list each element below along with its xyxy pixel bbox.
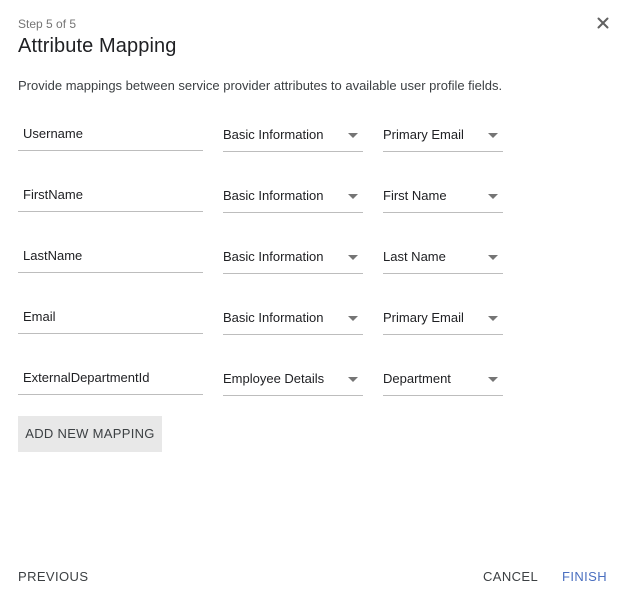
category-select[interactable]: Basic Information <box>223 125 363 152</box>
dropdown-arrow-icon <box>488 255 498 260</box>
dropdown-arrow-icon <box>348 377 358 382</box>
category-value: Basic Information <box>223 188 324 203</box>
dropdown-arrow-icon <box>348 255 358 260</box>
cancel-button[interactable]: CANCEL <box>483 569 538 584</box>
attribute-name-value: Email <box>23 309 56 324</box>
mapping-row: ExternalDepartmentId Employee Details De… <box>0 369 628 409</box>
profile-field-value: Last Name <box>383 249 446 264</box>
dropdown-arrow-icon <box>348 316 358 321</box>
profile-field-value: First Name <box>383 188 447 203</box>
attribute-name-input[interactable]: ExternalDepartmentId <box>18 369 203 395</box>
previous-button[interactable]: PREVIOUS <box>18 569 88 584</box>
mapping-row: Username Basic Information Primary Email <box>0 125 628 165</box>
category-select[interactable]: Basic Information <box>223 308 363 335</box>
dropdown-arrow-icon <box>488 194 498 199</box>
profile-field-select[interactable]: Primary Email <box>383 125 503 152</box>
profile-field-value: Primary Email <box>383 127 464 142</box>
step-indicator: Step 5 of 5 <box>18 17 77 31</box>
attribute-name-input[interactable]: Email <box>18 308 203 334</box>
dropdown-arrow-icon <box>348 194 358 199</box>
profile-field-select[interactable]: First Name <box>383 186 503 213</box>
category-value: Basic Information <box>223 127 324 142</box>
attribute-name-input[interactable]: Username <box>18 125 203 151</box>
attribute-name-value: FirstName <box>23 187 83 202</box>
profile-field-select[interactable]: Primary Email <box>383 308 503 335</box>
attribute-name-value: Username <box>23 126 83 141</box>
dialog-description: Provide mappings between service provide… <box>18 78 503 93</box>
category-select[interactable]: Employee Details <box>223 369 363 396</box>
add-new-mapping-button[interactable]: ADD NEW MAPPING <box>18 416 162 452</box>
dropdown-arrow-icon <box>348 133 358 138</box>
dropdown-arrow-icon <box>488 316 498 321</box>
dropdown-arrow-icon <box>488 133 498 138</box>
dialog-title: Attribute Mapping <box>18 35 177 57</box>
category-select[interactable]: Basic Information <box>223 186 363 213</box>
category-select[interactable]: Basic Information <box>223 247 363 274</box>
profile-field-value: Department <box>383 371 451 386</box>
attribute-mapping-dialog: Step 5 of 5 Attribute Mapping Provide ma… <box>0 0 628 602</box>
attribute-name-value: LastName <box>23 248 83 263</box>
dropdown-arrow-icon <box>488 377 498 382</box>
profile-field-value: Primary Email <box>383 310 464 325</box>
attribute-name-input[interactable]: LastName <box>18 247 203 273</box>
attribute-name-input[interactable]: FirstName <box>18 186 203 212</box>
finish-button[interactable]: FINISH <box>562 569 607 584</box>
mapping-row: FirstName Basic Information First Name <box>0 186 628 226</box>
category-value: Basic Information <box>223 310 324 325</box>
mapping-row: LastName Basic Information Last Name <box>0 247 628 287</box>
profile-field-select[interactable]: Department <box>383 369 503 396</box>
category-value: Employee Details <box>223 371 325 386</box>
close-icon[interactable] <box>591 11 615 35</box>
category-value: Basic Information <box>223 249 324 264</box>
attribute-name-value: ExternalDepartmentId <box>23 370 150 385</box>
mapping-row: Email Basic Information Primary Email <box>0 308 628 348</box>
profile-field-select[interactable]: Last Name <box>383 247 503 274</box>
